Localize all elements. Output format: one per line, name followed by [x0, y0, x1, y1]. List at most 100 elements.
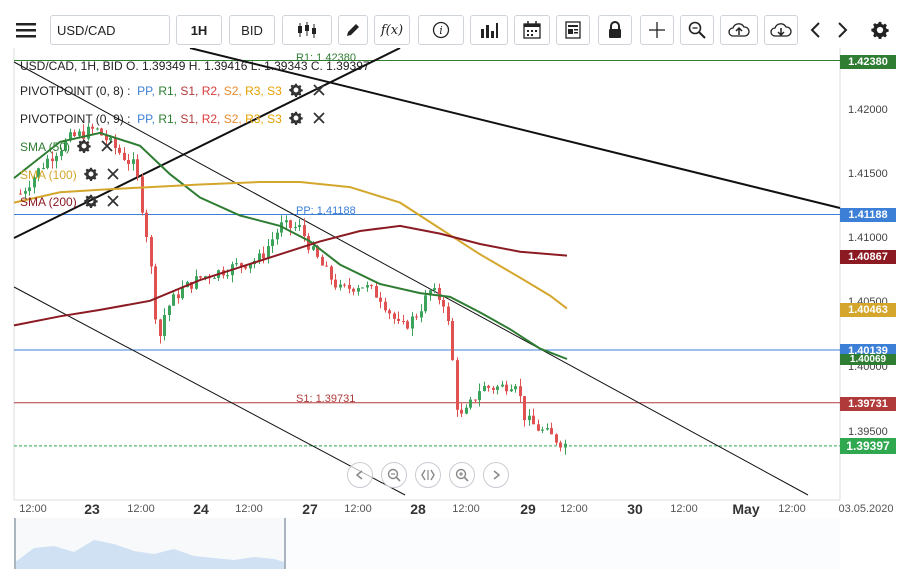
hamburger-menu-icon[interactable] [8, 15, 44, 45]
info-icon[interactable]: i [418, 15, 464, 45]
candle-down [447, 306, 450, 322]
close-icon[interactable] [101, 140, 113, 152]
sma200-legend[interactable]: SMA (200) [20, 194, 120, 209]
close-icon[interactable] [107, 168, 120, 180]
fx-indicator-icon[interactable]: f(x) [374, 15, 410, 45]
symbol-input[interactable] [50, 15, 170, 45]
r3-label: R3, [245, 84, 264, 98]
day-axis-label: 30 [627, 501, 643, 517]
pivot-legend-2[interactable]: PIVOTPOINT (0, 9) : PP, R1, S1, R2, S2, … [20, 111, 325, 126]
candlestick-type-icon[interactable] [282, 15, 332, 45]
candle-up [226, 275, 229, 277]
sma100-label: SMA (100) [20, 168, 77, 182]
candle-down [550, 428, 553, 435]
gear-icon[interactable] [84, 167, 98, 182]
pivot-name: PIVOTPOINT (0, 8) [20, 84, 124, 98]
candle-down [415, 316, 418, 318]
navigator-overview[interactable] [14, 518, 840, 569]
crosshair-icon[interactable] [640, 15, 674, 45]
pivot-legend-1[interactable]: PIVOTPOINT (0, 8) : PP, R1, S1, R2, S2, … [20, 83, 325, 98]
channel-lower-line [13, 286, 406, 496]
candle-up [469, 399, 472, 408]
time-axis-label: 12:00 [235, 503, 263, 515]
candle-up [478, 391, 481, 401]
r2-label: R2, [201, 112, 221, 126]
navigator-handle-right[interactable] [284, 518, 286, 569]
fit-icon[interactable] [415, 462, 441, 488]
candle-down [460, 409, 463, 414]
gear-icon[interactable] [866, 15, 894, 45]
candle-down [123, 152, 126, 160]
candle-down [145, 212, 148, 238]
rotate-left-icon[interactable] [347, 462, 373, 488]
navigator-empty-region [286, 518, 840, 569]
candle-down [348, 284, 351, 289]
sma200-label: SMA (200) [20, 195, 77, 209]
candle-up [546, 428, 549, 430]
s1-label: S1, [180, 84, 199, 98]
candle-up [465, 407, 468, 414]
draw-pencil-icon[interactable] [338, 15, 368, 45]
s1-label: S1, [180, 112, 199, 126]
rotate-right-icon[interactable] [483, 462, 509, 488]
candle-down [73, 132, 76, 136]
price-axis-label: 1.41500 [848, 168, 888, 180]
candle-down [127, 159, 130, 164]
news-icon[interactable] [556, 15, 590, 45]
candle-up [271, 239, 274, 247]
navigator-handle-left[interactable] [14, 518, 16, 569]
lock-icon[interactable] [598, 15, 632, 45]
candle-down [397, 318, 400, 322]
candle-up [294, 227, 297, 229]
candle-up [78, 131, 81, 136]
zoom-in-icon[interactable] [449, 462, 475, 488]
candle-up [96, 128, 99, 130]
candle-down [199, 276, 202, 278]
candle-down [289, 220, 292, 228]
s2-label: S2, [223, 112, 242, 126]
candle-up [276, 232, 279, 240]
day-axis-label: 29 [520, 501, 536, 517]
close-icon[interactable] [107, 195, 120, 207]
sma200-price-tag: 1.40867 [840, 250, 896, 264]
volume-bars-icon[interactable] [470, 15, 508, 45]
cloud-download-icon[interactable] [764, 15, 798, 45]
sma100-price-tag: 1.40463 [840, 303, 896, 317]
candle-down [375, 285, 378, 298]
pp-price-tag: 1.41188 [840, 208, 896, 222]
gear-icon[interactable] [84, 194, 98, 209]
cloud-upload-icon[interactable] [720, 15, 758, 45]
zoom-icon[interactable] [680, 15, 714, 45]
gear-icon[interactable] [289, 111, 303, 126]
candle-down [334, 279, 337, 288]
candle-down [559, 442, 562, 448]
candle-up [420, 311, 423, 318]
candle-up [298, 225, 301, 228]
svg-text:i: i [439, 24, 443, 37]
pivot-name: PIVOTPOINT (0, 9) [20, 112, 124, 126]
close-icon[interactable] [312, 112, 325, 124]
sma100-legend[interactable]: SMA (100) [20, 167, 120, 182]
timeframe-button[interactable]: 1H [176, 15, 222, 45]
gear-icon[interactable] [289, 83, 303, 98]
r3-label: R3, [245, 112, 264, 126]
candle-down [51, 158, 54, 162]
chevron-left-icon[interactable] [804, 15, 826, 45]
candle-down [91, 126, 94, 129]
zoom-out-icon[interactable] [381, 462, 407, 488]
chevron-right-icon[interactable] [832, 15, 854, 45]
candle-up [168, 305, 171, 316]
time-axis-label: 12:00 [127, 503, 155, 515]
candle-down [150, 237, 153, 267]
price-type-button[interactable]: BID [229, 15, 275, 45]
sma50-legend[interactable]: SMA (50) [20, 139, 113, 154]
close-icon[interactable] [312, 84, 325, 96]
gear-icon[interactable] [77, 139, 92, 154]
candle-down [438, 287, 441, 300]
candle-down [352, 288, 355, 292]
calendar-icon[interactable] [514, 15, 550, 45]
r2-label: R2, [201, 84, 221, 98]
day-axis-label: 23 [84, 501, 100, 517]
pp-label: PP, [137, 84, 155, 98]
candle-down [384, 301, 387, 311]
